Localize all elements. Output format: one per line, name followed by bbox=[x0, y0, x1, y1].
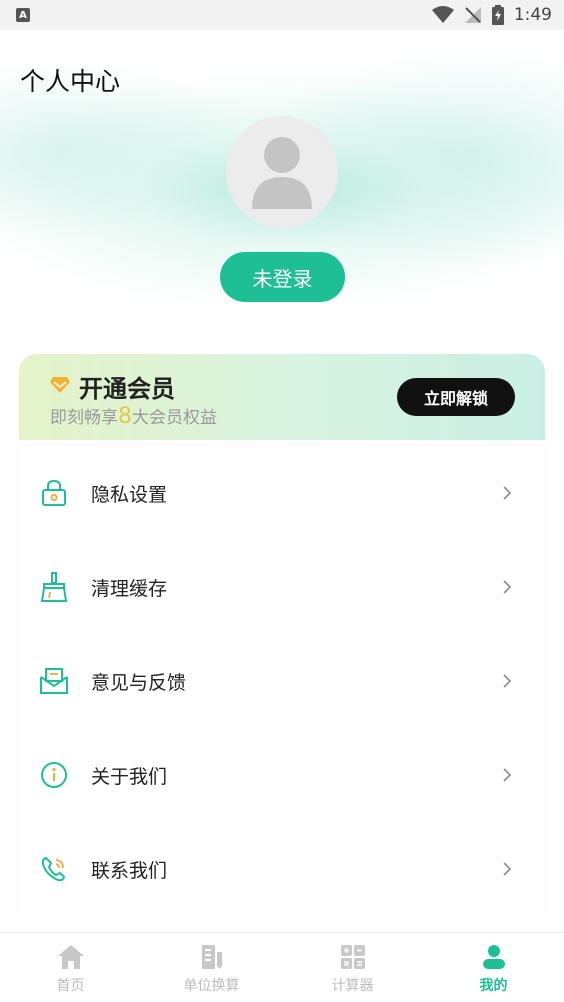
vip-subtitle-prefix: 即刻畅享 bbox=[50, 408, 118, 428]
wifi-icon bbox=[431, 6, 454, 24]
menu-item-feedback[interactable]: 意见与反馈 bbox=[19, 634, 545, 728]
chevron-right-icon bbox=[501, 861, 513, 877]
login-button[interactable]: 未登录 bbox=[220, 252, 345, 302]
calculator-icon bbox=[339, 943, 367, 971]
chevron-right-icon bbox=[501, 767, 513, 783]
unlock-button[interactable]: 立即解锁 bbox=[397, 378, 515, 416]
status-bar: A 1:49 bbox=[0, 0, 564, 30]
menu-item-label: 清理缓存 bbox=[91, 577, 168, 600]
diamond-icon bbox=[49, 376, 71, 398]
broom-icon bbox=[39, 572, 69, 602]
menu-item-label: 意见与反馈 bbox=[91, 671, 187, 694]
tab-label: 我的 bbox=[479, 978, 508, 994]
status-time: 1:49 bbox=[513, 5, 552, 25]
tab-mine[interactable]: 我的 bbox=[423, 933, 564, 1002]
default-avatar-icon bbox=[252, 137, 312, 209]
vip-benefit-count: 8 bbox=[118, 404, 132, 429]
mail-icon bbox=[39, 666, 69, 696]
tab-unit-conversion[interactable]: 单位换算 bbox=[141, 933, 282, 1002]
tab-calculator[interactable]: 计算器 bbox=[282, 933, 423, 1002]
chevron-right-icon bbox=[501, 579, 513, 595]
vip-subtitle-suffix: 大会员权益 bbox=[132, 408, 217, 428]
phone-icon bbox=[39, 854, 69, 884]
vip-subtitle: 即刻畅享8大会员权益 bbox=[50, 403, 217, 429]
vip-card[interactable]: 开通会员 即刻畅享8大会员权益 立即解锁 bbox=[19, 354, 545, 440]
battery-icon bbox=[491, 5, 504, 25]
user-icon bbox=[480, 943, 508, 971]
menu-item-contact[interactable]: 联系我们 bbox=[19, 822, 545, 916]
menu-item-label: 关于我们 bbox=[91, 765, 168, 788]
menu-item-label: 隐私设置 bbox=[91, 483, 168, 506]
chevron-right-icon bbox=[501, 485, 513, 501]
no-signal-icon bbox=[464, 6, 482, 24]
lock-icon bbox=[39, 478, 69, 508]
menu-item-about[interactable]: 关于我们 bbox=[19, 728, 545, 822]
chevron-right-icon bbox=[501, 673, 513, 689]
page-title: 个人中心 bbox=[20, 67, 121, 96]
avatar[interactable] bbox=[226, 116, 338, 228]
tab-label: 单位换算 bbox=[183, 978, 240, 994]
ruler-icon bbox=[198, 943, 226, 971]
vip-title: 开通会员 bbox=[79, 375, 175, 403]
bottom-tab-bar: 首页 单位换算 计算器 我的 bbox=[0, 932, 564, 1002]
tab-label: 计算器 bbox=[331, 978, 374, 994]
info-icon bbox=[39, 760, 69, 790]
tab-label: 首页 bbox=[56, 978, 85, 994]
menu-item-privacy[interactable]: 隐私设置 bbox=[19, 446, 545, 540]
menu-item-clear-cache[interactable]: 清理缓存 bbox=[19, 540, 545, 634]
menu-item-label: 联系我们 bbox=[91, 859, 168, 882]
app-notification-icon: A bbox=[16, 8, 30, 22]
home-icon bbox=[57, 943, 85, 971]
tab-home[interactable]: 首页 bbox=[0, 933, 141, 1002]
settings-menu: 隐私设置 清理缓存 意见与反馈 关于我们 联系我们 bbox=[19, 446, 545, 916]
